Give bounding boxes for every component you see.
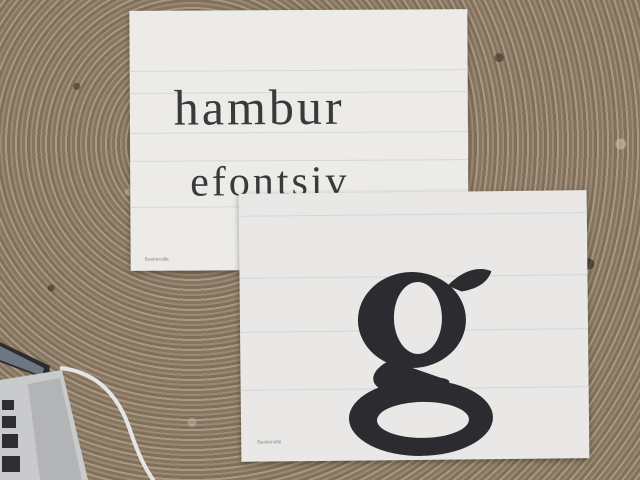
letter-g-drawing: [348, 268, 493, 456]
sheet-bottom: g Baskerville: [238, 190, 590, 462]
countertop-scene: hambur efontsiv Baskerville g Baskervill…: [0, 0, 640, 480]
word-hambur: hambur: [173, 78, 345, 136]
sheet-bottom-footer: Baskerville: [257, 439, 282, 446]
cable-icon: [60, 366, 156, 480]
sheet-top-footer: Baskerville: [144, 256, 169, 263]
